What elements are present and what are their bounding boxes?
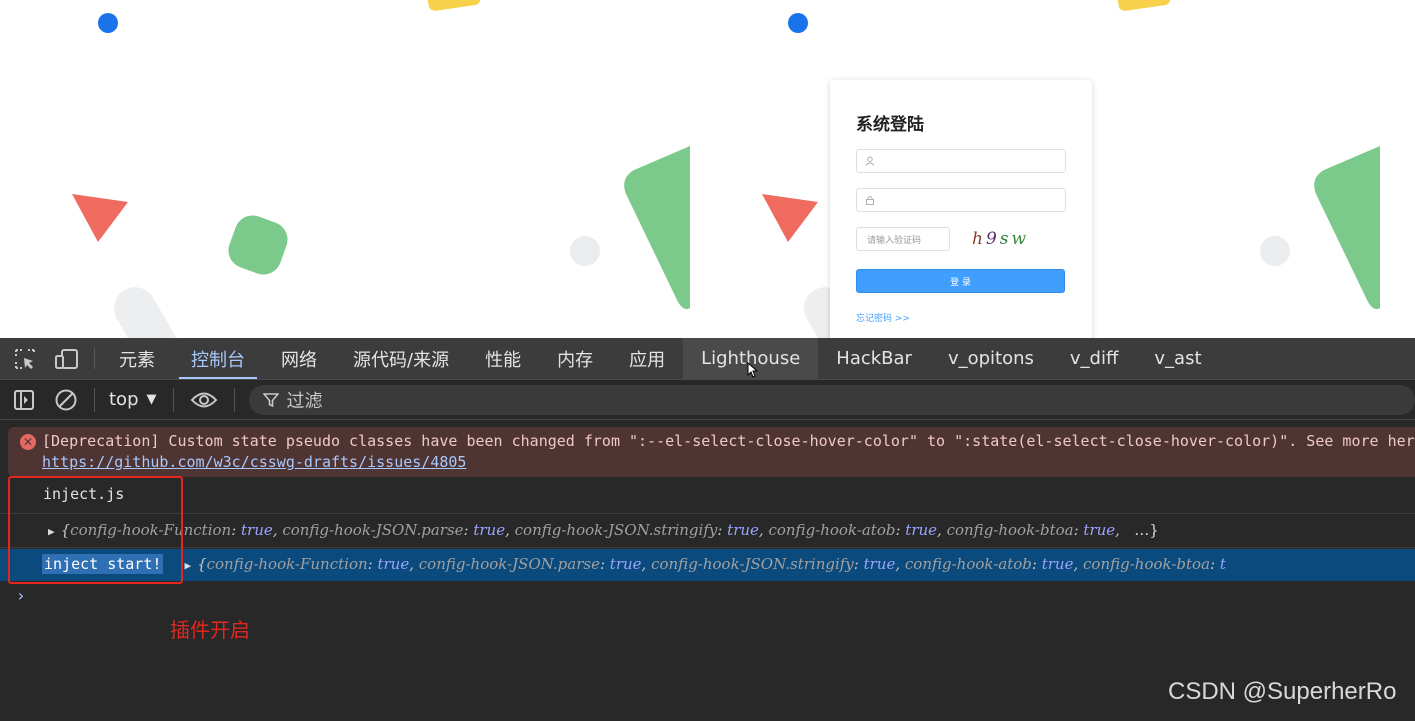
captcha-row: 请输入验证码 h9sw [856, 227, 1066, 251]
grey-dot-shape [570, 236, 600, 266]
filter-funnel-icon [262, 392, 279, 407]
lock-icon [866, 196, 874, 205]
password-input[interactable] [856, 188, 1066, 212]
inspect-element-icon[interactable] [4, 338, 46, 379]
tab-memory[interactable]: 内存 [539, 338, 611, 379]
tab-hackbar[interactable]: HackBar [818, 338, 930, 379]
clear-console-icon[interactable] [52, 386, 80, 414]
login-card: 系统登陆 请输入验证码 h9sw 登 录 忘记密码 >> [830, 80, 1092, 338]
live-expression-eye-icon[interactable] [188, 386, 220, 414]
error-icon: ✕ [20, 434, 36, 450]
green-triangle-shape [1314, 146, 1380, 310]
expand-triangle-icon[interactable]: ▶ [184, 559, 191, 572]
filter-input[interactable]: 过滤 [248, 384, 1415, 415]
sidebar-toggle-icon[interactable] [10, 386, 38, 414]
grey-pill-shape [106, 279, 188, 338]
tab-sources[interactable]: 源代码/来源 [335, 338, 467, 379]
tab-lighthouse[interactable]: Lighthouse [683, 338, 819, 379]
mouse-cursor-icon [747, 362, 759, 378]
object-preview: {config-hook-Function: true, config-hook… [197, 555, 1226, 573]
object-preview: {config-hook-Function: true, config-hook… [60, 521, 1159, 539]
error-link[interactable]: https://github.com/w3c/csswg-drafts/issu… [42, 453, 466, 471]
annotation-highlight-box [8, 476, 183, 584]
device-toolbar-icon[interactable] [46, 338, 88, 379]
blue-dot-shape [98, 13, 118, 33]
deprecation-error-message: ✕ [Deprecation] Custom state pseudo clas… [8, 427, 1415, 477]
devtools-panel: 元素 控制台 网络 源代码/来源 性能 内存 应用 Lighthouse Hac… [0, 338, 1415, 721]
annotation-text: 插件开启 [170, 618, 250, 642]
tab-network[interactable]: 网络 [263, 338, 335, 379]
tab-performance[interactable]: 性能 [467, 338, 539, 379]
console-toolbar: top ▼ 过滤 [0, 380, 1415, 420]
context-selector[interactable]: top ▼ [109, 389, 157, 410]
toolbar-separator [233, 387, 235, 412]
error-text: [Deprecation] Custom state pseudo classe… [42, 432, 1415, 450]
captcha-input[interactable]: 请输入验证码 [856, 227, 950, 251]
grey-dot-shape [1260, 236, 1290, 266]
captcha-image[interactable]: h9sw [972, 229, 1029, 249]
red-triangle-shape [72, 194, 128, 242]
toolbar-separator [172, 387, 174, 412]
tabbar-separator [94, 348, 95, 369]
login-button[interactable]: 登 录 [856, 269, 1065, 293]
forgot-password-link[interactable]: 忘记密码 >> [856, 311, 1066, 324]
username-input[interactable] [856, 149, 1066, 173]
console-log-row-selected[interactable]: inject start! ▶ {config-hook-Function: tr… [0, 549, 1415, 581]
captcha-text: h9sw [972, 229, 1030, 249]
console-log-row: inject.js [0, 483, 1415, 514]
tab-v-diff[interactable]: v_diff [1052, 338, 1136, 379]
devtools-tabbar: 元素 控制台 网络 源代码/来源 性能 内存 应用 Lighthouse Hac… [0, 338, 1415, 380]
caret-down-icon: ▼ [146, 392, 157, 407]
console-object-row[interactable]: ▶ {config-hook-Function: true, config-hoo… [0, 514, 1415, 548]
tab-v-opitons[interactable]: v_opitons [930, 338, 1052, 379]
blue-dot-shape [788, 13, 808, 33]
tab-v-ast[interactable]: v_ast [1136, 338, 1219, 379]
watermark-text: CSDN @SuperherRo [1168, 678, 1397, 705]
user-icon [865, 156, 875, 166]
tab-console[interactable]: 控制台 [173, 338, 263, 379]
green-blob-shape [223, 210, 293, 280]
yellow-shape [427, 0, 481, 12]
toolbar-separator [94, 387, 95, 412]
yellow-shape [1117, 0, 1171, 12]
page-viewport: 系统登陆 请输入验证码 h9sw 登 录 忘记密码 >> [0, 0, 1415, 338]
filter-label: 过滤 [286, 390, 323, 412]
console-prompt-icon[interactable]: › [16, 586, 26, 605]
tab-elements[interactable]: 元素 [101, 338, 173, 379]
console-output: ✕ [Deprecation] Custom state pseudo clas… [0, 420, 1415, 721]
red-triangle-shape [762, 194, 818, 242]
login-title: 系统登陆 [856, 115, 924, 135]
tab-application[interactable]: 应用 [611, 338, 683, 379]
green-triangle-shape [624, 146, 690, 310]
context-value: top [109, 389, 139, 410]
